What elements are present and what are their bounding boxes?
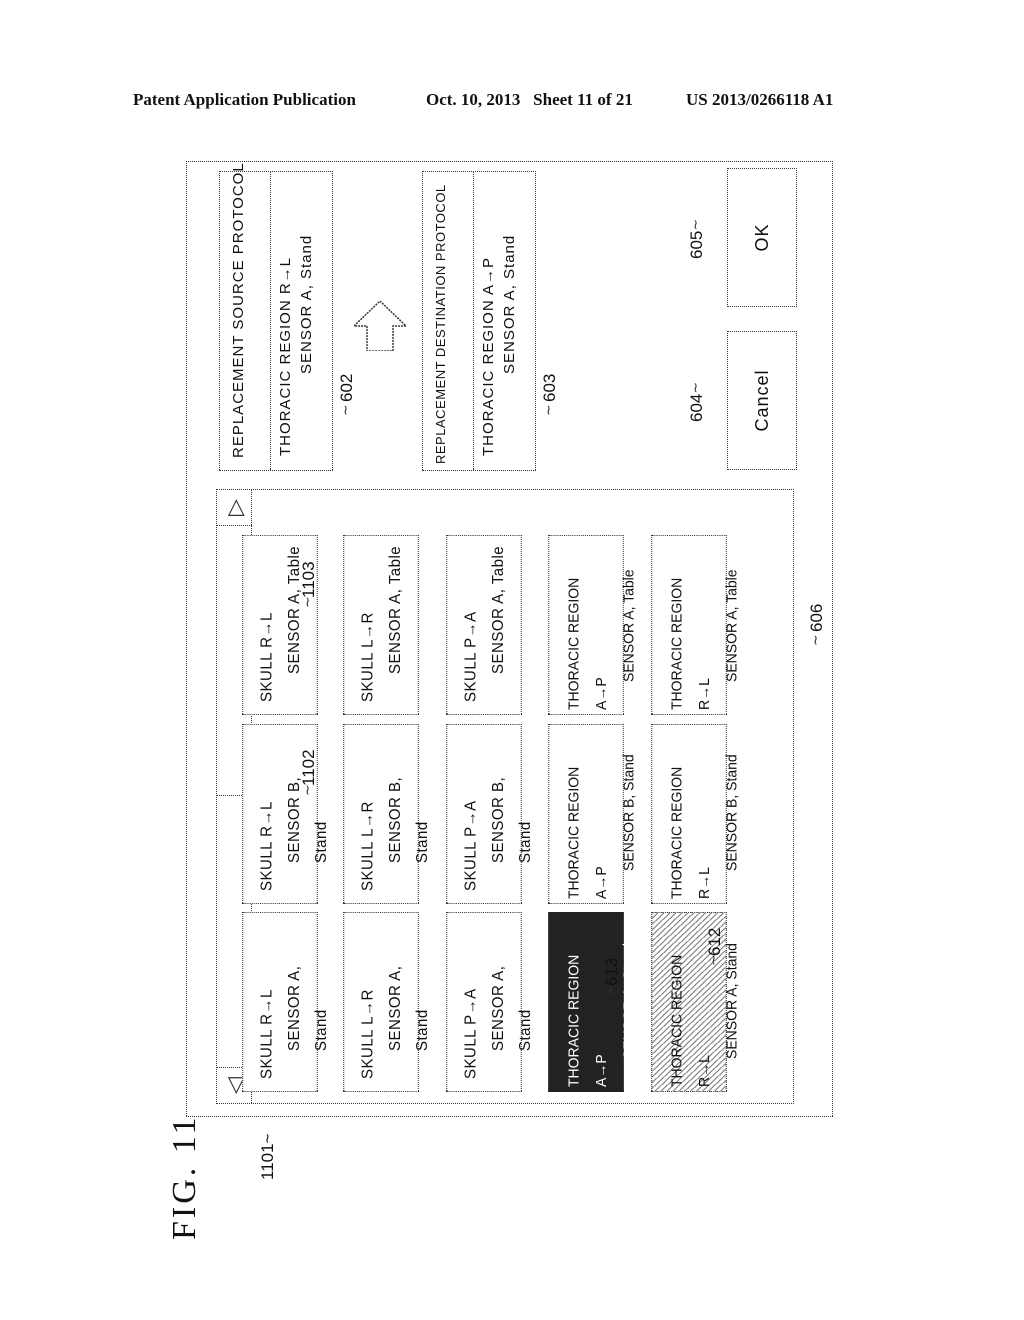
protocol-name: THORACIC REGION R→L (668, 766, 713, 899)
protocol-sensor: SENSOR B, Stand (722, 754, 740, 871)
ref-ok-label: 605 ∼ (687, 218, 706, 259)
protocol-name: SKULL R→L (257, 989, 276, 1079)
replacement-source-box: REPLACEMENT SOURCE PROTOCOL THORACIC REG… (219, 162, 333, 471)
ref-destination-label: ∼ 603 (540, 373, 559, 416)
leader-line-icon: ∼ (687, 218, 703, 231)
protocol-name: SKULL P→A (461, 988, 480, 1079)
destination-protocol-name: THORACIC REGION A→P (480, 256, 497, 456)
destination-title: REPLACEMENT DESTINATION PROTOCOL (423, 172, 474, 470)
protocol-button[interactable]: SKULL L→R SENSOR A, Table (343, 535, 419, 715)
date-sheet-label: Oct. 10, 2013 Sheet 11 of 21 (426, 90, 633, 109)
protocol-button[interactable]: SKULL R→L SENSOR A, Stand (242, 912, 330, 1092)
ref-panel-label: ∼ 606 (807, 603, 826, 646)
protocol-sensor: SENSOR A, Table (386, 545, 405, 674)
scroll-right-button[interactable]: ▷ (217, 490, 252, 526)
patent-number-label: US 2013/0266118 A1 (686, 90, 834, 109)
ok-button[interactable]: OK (727, 168, 797, 307)
protocol-sensor: SENSOR A, Stand (285, 965, 331, 1051)
protocol-sensor: SENSOR A, Table (722, 569, 740, 682)
figure-title: FIG. 11 (166, 1114, 203, 1240)
protocol-button[interactable]: SKULL P→A SENSOR A, Stand (446, 912, 534, 1092)
ref-hatched-label: ∼ 612 (705, 927, 724, 966)
ref-col3-label: ∼ 1103 (299, 561, 318, 608)
protocol-sensor: SENSOR B, Stand (619, 754, 637, 871)
right-arrow-icon (354, 301, 406, 351)
protocol-button[interactable]: THORACIC REGION A→P SENSOR A, Table (548, 535, 636, 715)
protocol-name: THORACIC REGION R→L (668, 577, 713, 710)
protocol-button[interactable]: THORACIC REGION A→P SENSOR B, Stand (548, 724, 636, 904)
protocol-sensor: SENSOR A, Stand (619, 943, 637, 1059)
protocol-name: SKULL L→R (358, 989, 377, 1079)
ref-dialog-label: 1101~ (258, 1133, 277, 1180)
protocol-sensor: SENSOR B, Stand (386, 776, 432, 863)
triangle-right-icon: ▷ (221, 499, 247, 516)
leader-line-icon: ∼ (602, 984, 618, 996)
protocol-name: SKULL P→A (461, 611, 480, 702)
protocol-button[interactable]: SKULL P→A SENSOR B, Stand (446, 724, 534, 904)
protocol-sensor: SENSOR A, Stand (386, 965, 432, 1051)
protocol-sensor: SENSOR A, Stand (489, 965, 535, 1051)
protocol-name: SKULL L→R (358, 612, 377, 702)
leader-line-icon: ∼ (687, 381, 703, 394)
source-title: REPLACEMENT SOURCE PROTOCOL (220, 162, 271, 470)
protocol-name: THORACIC REGION A→P (565, 577, 610, 710)
leader-line-icon: ∼ (540, 404, 556, 416)
protocol-sensor: SENSOR A, Table (619, 569, 637, 682)
source-protocol-name: THORACIC REGION R→L (277, 256, 294, 456)
ref-source-label: ∼ 602 (337, 373, 356, 416)
publication-label: Patent Application Publication (133, 90, 356, 109)
protocol-name: SKULL R→L (257, 612, 276, 702)
protocol-button[interactable]: SKULL L→R SENSOR A, Stand (343, 912, 431, 1092)
protocol-name: SKULL L→R (358, 801, 377, 891)
protocol-replacement-dialog: ◁ ▷ SKULL R→L SENSOR A, Stand SKULL L→R SEN… (186, 161, 833, 1117)
leader-line-icon: ∼ (337, 404, 353, 416)
protocol-name: THORACIC REGION A→P (565, 954, 610, 1087)
replacement-destination-box: REPLACEMENT DESTINATION PROTOCOL THORACI… (422, 171, 536, 471)
ref-selected-label: ∼ 613 (602, 957, 621, 996)
protocol-name: SKULL R→L (257, 801, 276, 891)
leader-line-icon: ∼ (299, 784, 315, 796)
protocol-sensor: SENSOR A, Table (489, 545, 508, 674)
source-protocol-sensor: SENSOR A, Stand (298, 234, 315, 374)
protocol-button[interactable]: SKULL L→R SENSOR B, Stand (343, 724, 431, 904)
destination-protocol-sensor: SENSOR A, Stand (501, 234, 518, 374)
ref-cancel-label: 604 ∼ (687, 381, 706, 422)
protocol-button[interactable]: SKULL P→A SENSOR A, Table (446, 535, 522, 715)
protocol-button[interactable]: THORACIC REGION A→P SENSOR A, Stand (548, 912, 636, 1092)
protocol-name: SKULL P→A (461, 800, 480, 891)
cancel-button[interactable]: Cancel (727, 331, 797, 470)
leader-line-icon: ∼ (299, 596, 315, 608)
leader-line-icon: ∼ (705, 954, 721, 966)
protocol-button[interactable]: THORACIC REGION R→L SENSOR A, Table (651, 535, 739, 715)
protocol-name: THORACIC REGION A→P (565, 766, 610, 899)
protocol-button[interactable]: THORACIC REGION R→L SENSOR B, Stand (651, 724, 739, 904)
protocol-sensor: SENSOR B, Stand (489, 776, 535, 863)
ref-col2-label: ∼ 1102 (299, 749, 318, 796)
leader-line-icon: ∼ (807, 634, 823, 646)
